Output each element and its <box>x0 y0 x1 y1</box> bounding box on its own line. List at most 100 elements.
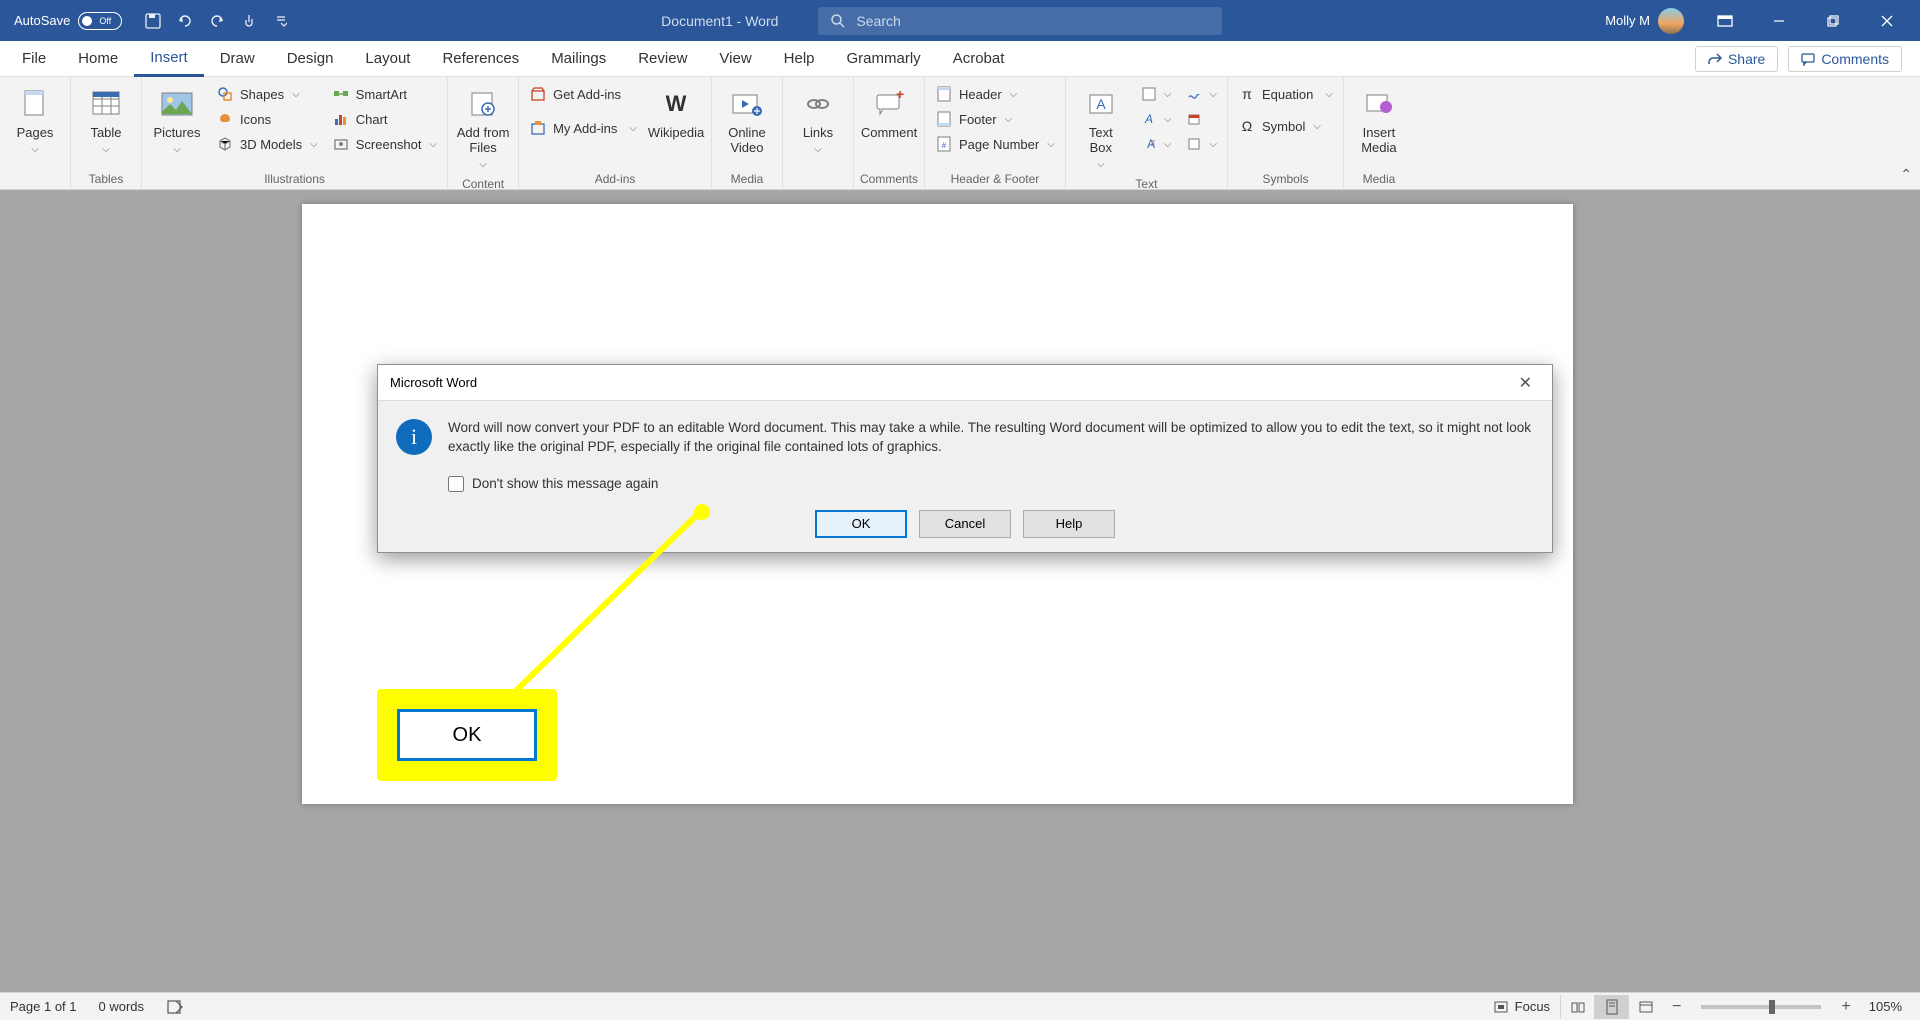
document-canvas: Microsoft Word ✕ i Word will now convert… <box>0 190 1920 992</box>
zoom-in-icon[interactable]: + <box>1841 998 1850 1016</box>
equation-button[interactable]: πEquation⌵ <box>1234 83 1337 105</box>
signature-line-button[interactable]: ⌵ <box>1181 83 1221 105</box>
tab-acrobat[interactable]: Acrobat <box>937 41 1021 77</box>
my-addins-button[interactable]: My Add-ins⌵ <box>525 117 641 139</box>
spelling-icon[interactable] <box>166 999 184 1015</box>
online-video-button[interactable]: Online Video <box>718 83 776 159</box>
print-layout-icon[interactable] <box>1594 995 1628 1019</box>
redo-icon[interactable] <box>208 12 226 30</box>
tab-mailings[interactable]: Mailings <box>535 41 622 77</box>
pictures-button[interactable]: Pictures <box>148 83 206 159</box>
footer-button[interactable]: Footer⌵ <box>931 108 1059 130</box>
close-icon[interactable] <box>1864 6 1910 36</box>
tab-help[interactable]: Help <box>768 41 831 77</box>
insert-media-label: Insert Media <box>1361 125 1396 155</box>
symbol-button[interactable]: ΩSymbol⌵ <box>1234 115 1337 137</box>
group-addins: Add-ins <box>525 169 705 189</box>
minimize-icon[interactable] <box>1756 6 1802 36</box>
pages-button[interactable]: Pages <box>6 83 64 159</box>
cancel-button[interactable]: Cancel <box>919 510 1011 538</box>
word-count[interactable]: 0 words <box>99 999 145 1014</box>
tab-home[interactable]: Home <box>62 41 134 77</box>
signature-icon <box>1185 85 1203 103</box>
shapes-button[interactable]: Shapes⌵ <box>212 83 322 105</box>
smartart-label: SmartArt <box>356 87 407 102</box>
ribbon-display-icon[interactable] <box>1702 6 1748 36</box>
tab-draw[interactable]: Draw <box>204 41 271 77</box>
chart-icon <box>332 110 350 128</box>
quick-access-toolbar <box>136 12 298 30</box>
user-account[interactable]: Molly M <box>1595 8 1694 34</box>
focus-button[interactable]: Focus <box>1493 999 1550 1014</box>
svg-text:+: + <box>896 91 904 102</box>
wikipedia-button[interactable]: WWikipedia <box>647 83 705 144</box>
page-number-button[interactable]: #Page Number⌵ <box>931 133 1059 155</box>
zoom-slider[interactable] <box>1701 1005 1821 1009</box>
online-video-label: Online Video <box>728 125 766 155</box>
smartart-icon <box>332 85 350 103</box>
search-input[interactable] <box>856 13 1210 29</box>
date-time-button[interactable] <box>1181 108 1221 130</box>
zoom-level[interactable]: 105% <box>1861 999 1910 1014</box>
tab-layout[interactable]: Layout <box>349 41 426 77</box>
qat-customize-icon[interactable] <box>272 12 290 30</box>
title-bar: AutoSave Off Document1 - Word Molly M <box>0 0 1920 41</box>
tab-insert[interactable]: Insert <box>134 41 204 77</box>
table-button[interactable]: Table <box>77 83 135 159</box>
header-button[interactable]: Header⌵ <box>931 83 1059 105</box>
search-box[interactable] <box>818 7 1222 35</box>
share-button[interactable]: Share <box>1695 46 1778 72</box>
smartart-button[interactable]: SmartArt <box>328 83 441 105</box>
share-icon <box>1708 52 1722 66</box>
highlight-ok-button: OK <box>397 709 537 761</box>
save-icon[interactable] <box>144 12 162 30</box>
tab-review[interactable]: Review <box>622 41 703 77</box>
get-addins-button[interactable]: Get Add-ins <box>525 83 641 105</box>
page-icon <box>18 87 52 121</box>
help-button[interactable]: Help <box>1023 510 1115 538</box>
search-icon <box>830 13 846 29</box>
maximize-icon[interactable] <box>1810 6 1856 36</box>
collapse-ribbon-icon[interactable]: ⌃ <box>1900 166 1912 183</box>
links-label: Links <box>803 125 833 140</box>
tab-references[interactable]: References <box>426 41 535 77</box>
icons-button[interactable]: Icons <box>212 108 322 130</box>
wordart-button[interactable]: A⌵ <box>1136 108 1176 130</box>
text-box-button[interactable]: AText Box <box>1072 83 1130 174</box>
dont-show-input[interactable] <box>448 476 464 492</box>
tab-file[interactable]: File <box>6 41 62 77</box>
autosave-toggle[interactable]: Off <box>78 12 122 30</box>
touch-mode-icon[interactable] <box>240 12 258 30</box>
wikipedia-icon: W <box>659 87 693 121</box>
dialog-close-icon[interactable]: ✕ <box>1511 369 1540 397</box>
highlight-callout: OK <box>377 689 557 781</box>
shapes-icon <box>216 85 234 103</box>
tab-view[interactable]: View <box>703 41 767 77</box>
get-addins-label: Get Add-ins <box>553 87 621 102</box>
dont-show-label: Don't show this message again <box>472 475 658 494</box>
links-button[interactable]: Links <box>789 83 847 159</box>
page-count[interactable]: Page 1 of 1 <box>10 999 77 1014</box>
insert-media-button[interactable]: Insert Media <box>1350 83 1408 159</box>
3d-models-button[interactable]: 3D Models⌵ <box>212 133 322 155</box>
read-mode-icon[interactable] <box>1560 995 1594 1019</box>
page[interactable]: Microsoft Word ✕ i Word will now convert… <box>302 204 1573 804</box>
chart-button[interactable]: Chart <box>328 108 441 130</box>
web-layout-icon[interactable] <box>1628 995 1662 1019</box>
undo-icon[interactable] <box>176 12 194 30</box>
ok-button[interactable]: OK <box>815 510 907 538</box>
drop-cap-button[interactable]: A⌵ <box>1136 133 1176 155</box>
object-button[interactable]: ⌵ <box>1181 133 1221 155</box>
comments-button[interactable]: Comments <box>1788 46 1902 72</box>
group-insert-media: Media <box>1350 169 1408 189</box>
zoom-out-icon[interactable]: − <box>1672 998 1681 1016</box>
dont-show-checkbox[interactable]: Don't show this message again <box>448 475 1534 494</box>
tab-design[interactable]: Design <box>271 41 350 77</box>
screenshot-button[interactable]: Screenshot⌵ <box>328 133 441 155</box>
add-from-files-button[interactable]: Add from Files <box>454 83 512 174</box>
quick-parts-button[interactable]: ⌵ <box>1136 83 1176 105</box>
tab-grammarly[interactable]: Grammarly <box>831 41 937 77</box>
focus-icon <box>1493 1000 1509 1014</box>
comment-button[interactable]: +Comment <box>860 83 918 144</box>
drop-cap-icon: A <box>1140 135 1158 153</box>
